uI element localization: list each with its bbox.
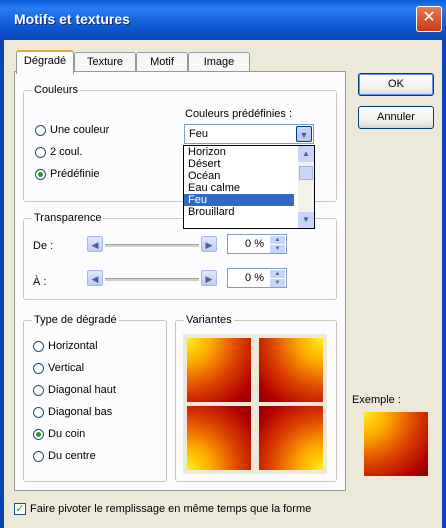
list-item[interactable]: Brouillard [184,206,294,218]
radio-button-selected-icon [33,428,44,440]
transparence-group: Transparence [23,212,337,300]
radio-horizontal[interactable]: Horizontal [33,340,98,352]
radio-button-icon [33,406,44,418]
radio-button-icon [35,146,46,158]
couleurs-group-title: Couleurs [32,84,81,96]
radio-button-icon [33,384,44,396]
ok-button[interactable]: OK [358,73,434,96]
tab-label: Texture [86,56,124,68]
transparency-from-track[interactable] [105,244,199,247]
checkbox-label: Faire pivoter le remplissage en même tem… [30,503,312,515]
variant-bottom-left[interactable] [187,406,251,470]
tab-panel: Couleurs Une couleur 2 coul. Prédéfinie … [14,71,346,491]
radio-button-icon [35,124,46,136]
radio-label: Du centre [48,450,96,462]
tab-label: Motif [150,56,174,68]
spin-up-icon[interactable]: ▲ [270,236,285,244]
close-icon: ✕ [422,9,436,26]
window-frame-right [442,40,446,528]
radio-label: Vertical [48,362,85,374]
radio-vertical[interactable]: Vertical [33,362,84,374]
sample-preview [364,412,428,476]
slider-right-icon[interactable]: ▶ [201,236,217,252]
radio-button-selected-icon [35,168,46,180]
preset-colors-list[interactable]: Horizon Désert Océan Eau calme Feu Broui… [183,145,315,229]
transparency-from-value: 0 % [245,238,264,250]
variant-bottom-right[interactable] [259,406,323,470]
transparency-to-label: À : [33,276,47,288]
variant-top-left[interactable] [187,338,251,402]
spin-up-icon[interactable]: ▲ [270,270,285,278]
list-item[interactable]: Océan [184,170,294,182]
tab-motif[interactable]: Motif [136,52,188,72]
list-scrollbar[interactable]: ▲ ▼ [298,146,314,228]
preset-colors-value: Feu [189,128,208,140]
radio-label: Une couleur [50,124,110,136]
tab-texture[interactable]: Texture [74,52,136,72]
radio-du-coin[interactable]: Du coin [33,428,85,440]
slider-right-icon[interactable]: ▶ [201,270,217,286]
list-item[interactable]: Horizon [184,146,294,158]
radio-label: 2 coul. [50,146,83,158]
chevron-down-icon[interactable]: ▼ [296,126,312,142]
transparence-group-title: Transparence [32,212,104,224]
checkbox-checked-icon: ✓ [14,503,26,515]
variants-title: Variantes [184,314,234,326]
radio-deux-couleurs[interactable]: 2 coul. [35,146,82,158]
variants-preview [183,334,327,474]
radio-label: Diagonal bas [48,406,113,418]
radio-label: Du coin [48,428,86,440]
tab-degrade[interactable]: Dégradé [16,50,74,74]
tab-image[interactable]: Image [188,52,250,72]
transparency-to-value: 0 % [245,272,264,284]
list-item[interactable]: Eau calme [184,182,294,194]
spin-down-icon[interactable]: ▼ [270,279,285,287]
radio-button-icon [33,362,44,374]
cancel-button[interactable]: Annuler [358,106,434,129]
radio-du-centre[interactable]: Du centre [33,450,96,462]
rotate-with-shape-checkbox[interactable]: ✓ Faire pivoter le remplissage en même t… [14,503,311,515]
tab-label: Dégradé [23,55,67,67]
scroll-down-icon[interactable]: ▼ [298,212,314,228]
radio-diagonal-bas[interactable]: Diagonal bas [33,406,112,418]
scroll-thumb[interactable] [299,166,313,180]
transparency-to-field[interactable]: 0 % ▲ ▼ [227,268,287,288]
list-item[interactable]: Désert [184,158,294,170]
scroll-up-icon[interactable]: ▲ [298,146,314,162]
preset-colors-label: Couleurs prédéfinies : [185,108,293,120]
radio-button-icon [33,340,44,352]
title-bar: Motifs et textures ✕ [0,0,446,40]
radio-label: Horizontal [48,340,98,352]
window-title: Motifs et textures [14,11,130,27]
radio-label: Diagonal haut [48,384,116,396]
radio-label: Prédéfinie [50,168,100,180]
transparency-to-track[interactable] [105,278,199,281]
transparency-from-field[interactable]: 0 % ▲ ▼ [227,234,287,254]
radio-predefinie[interactable]: Prédéfinie [35,168,100,180]
radio-diagonal-haut[interactable]: Diagonal haut [33,384,116,396]
close-button[interactable]: ✕ [416,6,442,32]
slider-left-icon[interactable]: ◀ [87,236,103,252]
variant-top-right[interactable] [259,338,323,402]
transparency-from-label: De : [33,240,54,252]
shading-styles-title: Type de dégradé [32,314,119,326]
spin-down-icon[interactable]: ▼ [270,245,285,253]
preset-colors-combo[interactable]: Feu ▼ [184,124,314,144]
list-item-selected[interactable]: Feu [184,194,294,206]
radio-button-icon [33,450,44,462]
sample-label: Exemple : [352,394,401,406]
radio-une-couleur[interactable]: Une couleur [35,124,109,136]
tab-label: Image [203,56,235,68]
window-frame-left [0,40,4,528]
slider-left-icon[interactable]: ◀ [87,270,103,286]
